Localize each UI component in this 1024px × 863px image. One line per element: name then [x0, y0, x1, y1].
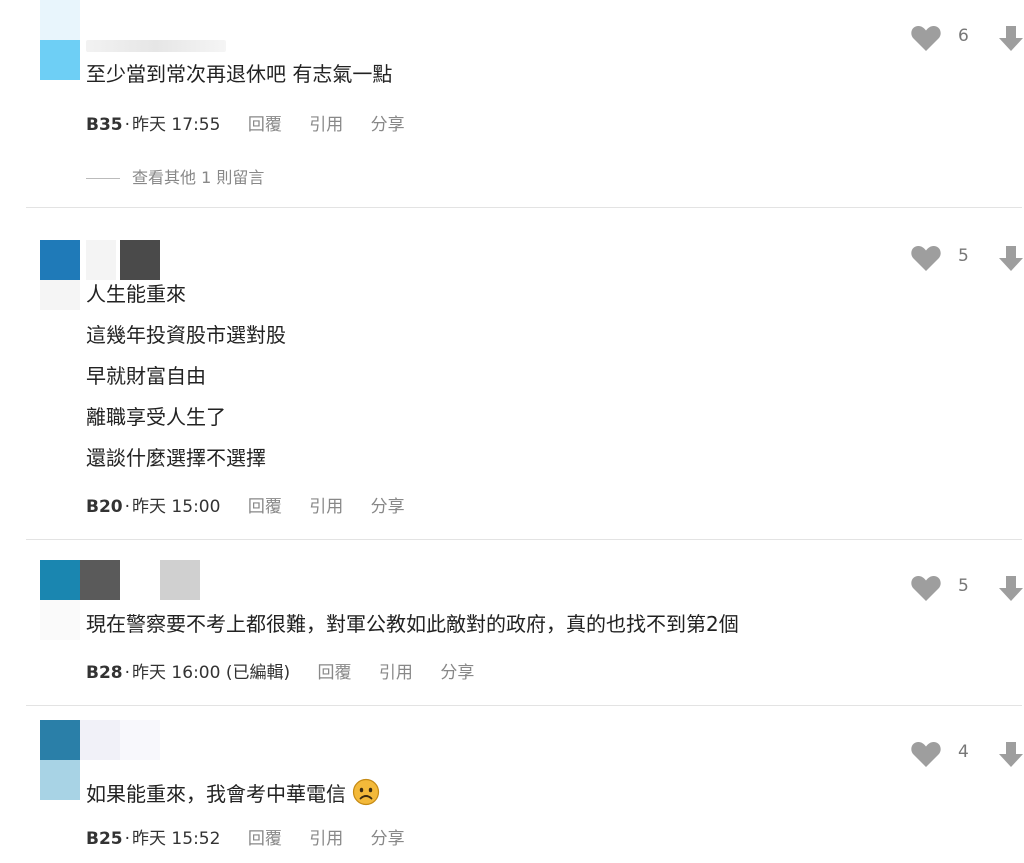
share-button[interactable]: 分享 — [371, 829, 405, 849]
comment-text: 還談什麼選擇不選擇 — [86, 446, 266, 470]
comment-text-body: 如果能重來，我會考中華電信 — [86, 782, 346, 806]
heart-icon[interactable] — [910, 24, 942, 52]
separator: · — [124, 829, 131, 849]
view-more-label: 查看其他 1 則留言 — [132, 168, 265, 187]
floor-number[interactable]: B20 — [86, 497, 123, 517]
comment-text: 這幾年投資股市選對股 — [86, 323, 286, 347]
reply-button[interactable]: 回覆 — [248, 497, 282, 517]
quote-button[interactable]: 引用 — [309, 829, 343, 849]
heart-icon[interactable] — [910, 740, 942, 768]
separator: · — [124, 115, 131, 135]
like-count: 6 — [958, 26, 969, 46]
author-badge — [120, 240, 160, 280]
comment-text: 如果能重來，我會考中華電信 — [86, 778, 380, 806]
downvote-arrow-icon[interactable] — [998, 24, 1024, 52]
like-area: 5 — [910, 574, 1023, 602]
floor-number[interactable]: B35 — [86, 115, 123, 135]
reply-button[interactable]: 回覆 — [318, 663, 352, 683]
reply-button[interactable]: 回覆 — [248, 115, 282, 135]
author-name[interactable] — [86, 240, 116, 280]
author-name[interactable] — [86, 40, 226, 52]
comment-item: 人生能重來 這幾年投資股市選對股 早就財富自由 離職享受人生了 還談什麼選擇不選… — [0, 208, 1024, 540]
like-count: 5 — [958, 576, 969, 596]
floor-number[interactable]: B25 — [86, 829, 123, 849]
quote-button[interactable]: 引用 — [379, 663, 413, 683]
like-count: 5 — [958, 246, 969, 266]
comment-meta: B35 · 昨天 17:55 回覆 引用 分享 — [86, 114, 405, 136]
separator: · — [124, 497, 131, 517]
downvote-arrow-icon[interactable] — [998, 740, 1024, 768]
view-more-replies[interactable]: 查看其他 1 則留言 — [86, 164, 264, 188]
heart-icon[interactable] — [910, 244, 942, 272]
comment-text: 至少當到常次再退休吧 有志氣一點 — [86, 62, 393, 86]
comment-item: 至少當到常次再退休吧 有志氣一點 B35 · 昨天 17:55 回覆 引用 分享 查… — [0, 0, 1024, 208]
reply-button[interactable]: 回覆 — [248, 829, 282, 849]
comment-meta: B28 · 昨天 16:00 (已編輯) 回覆 引用 分享 — [86, 662, 474, 684]
timestamp: 昨天 17:55 — [132, 115, 221, 135]
author-name[interactable] — [80, 720, 120, 760]
comment-item: 現在警察要不考上都很難，對軍公教如此敵對的政府，真的也找不到第2個 B28 · 昨天… — [0, 540, 1024, 706]
comment-text: 人生能重來 — [86, 282, 186, 306]
like-count: 4 — [958, 742, 969, 762]
floor-number[interactable]: B28 — [86, 663, 123, 683]
downvote-arrow-icon[interactable] — [998, 574, 1024, 602]
timestamp: 昨天 15:52 — [132, 829, 221, 849]
heart-icon[interactable] — [910, 574, 942, 602]
timestamp: 昨天 15:00 — [132, 497, 221, 517]
author-badge — [160, 560, 200, 600]
divider-dash — [86, 178, 120, 179]
author-name[interactable] — [80, 560, 120, 600]
like-area: 6 — [910, 24, 1023, 52]
comment-meta: B20 · 昨天 15:00 回覆 引用 分享 — [86, 496, 405, 518]
timestamp: 昨天 16:00 (已編輯) — [132, 663, 291, 683]
like-area: 5 — [910, 244, 1023, 272]
share-button[interactable]: 分享 — [371, 115, 405, 135]
author-badge — [120, 720, 160, 760]
quote-button[interactable]: 引用 — [309, 115, 343, 135]
comment-text: 離職享受人生了 — [86, 405, 226, 429]
like-area: 4 — [910, 740, 1023, 768]
quote-button[interactable]: 引用 — [309, 497, 343, 517]
separator: · — [124, 663, 131, 683]
comment-meta: B25 · 昨天 15:52 回覆 引用 分享 — [86, 828, 405, 850]
share-button[interactable]: 分享 — [371, 497, 405, 517]
comment-text: 早就財富自由 — [86, 364, 206, 388]
comment-text: 現在警察要不考上都很難，對軍公教如此敵對的政府，真的也找不到第2個 — [86, 612, 739, 636]
sad-face-emoji-icon — [352, 778, 380, 806]
share-button[interactable]: 分享 — [440, 663, 474, 683]
comment-item: 如果能重來，我會考中華電信 B25 · 昨天 15:52 回覆 引用 分享 4 — [0, 706, 1024, 863]
downvote-arrow-icon[interactable] — [998, 244, 1024, 272]
